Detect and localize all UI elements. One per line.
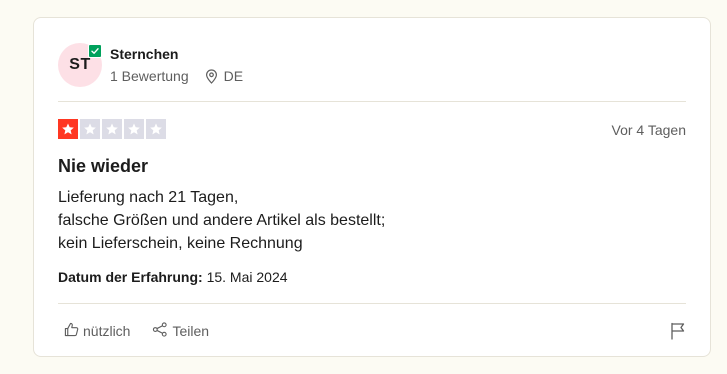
review-body-line: kein Lieferschein, keine Rechnung [58, 235, 303, 252]
reviewer-info: Sternchen 1 Bewertung DE [110, 46, 243, 84]
star-icon [124, 119, 144, 139]
thumbs-up-icon [64, 322, 79, 340]
verified-check-icon [88, 44, 102, 58]
useful-button[interactable]: nützlich [64, 322, 130, 340]
experience-date: Datum der Erfahrung: 15. Mai 2024 [58, 269, 288, 285]
reviewer-name[interactable]: Sternchen [110, 46, 243, 62]
review-actions: nützlich Teilen [64, 322, 209, 340]
reviewer-meta: 1 Bewertung DE [110, 68, 243, 84]
review-date: Vor 4 Tagen [611, 122, 686, 138]
review-card: ST Sternchen 1 Bewertung DE Vor 4 Tagen … [33, 17, 711, 357]
review-body-line: Lieferung nach 21 Tagen, [58, 189, 239, 206]
star-rating [58, 119, 166, 139]
star-icon [80, 119, 100, 139]
review-title[interactable]: Nie wieder [58, 156, 148, 177]
star-icon [146, 119, 166, 139]
star-icon [58, 119, 78, 139]
star-icon [102, 119, 122, 139]
useful-label: nützlich [83, 323, 131, 339]
share-icon [152, 322, 168, 340]
share-label: Teilen [172, 323, 210, 339]
review-body: Lieferung nach 21 Tagen, falsche Größen … [58, 186, 385, 255]
reviewer-header: ST Sternchen 1 Bewertung DE [58, 42, 243, 88]
divider [58, 303, 686, 304]
review-count: 1 Bewertung [110, 68, 189, 84]
review-body-line: falsche Größen und andere Artikel als be… [58, 212, 386, 229]
experience-date-label: Datum der Erfahrung: [58, 269, 203, 285]
flag-icon[interactable] [670, 322, 686, 340]
experience-date-value: 15. Mai 2024 [206, 269, 288, 285]
share-button[interactable]: Teilen [152, 322, 209, 340]
reviewer-country: DE [223, 68, 244, 84]
divider [58, 101, 686, 102]
avatar-initials: ST [69, 56, 91, 73]
location-pin-icon [205, 68, 218, 84]
avatar-container[interactable]: ST [58, 43, 102, 87]
